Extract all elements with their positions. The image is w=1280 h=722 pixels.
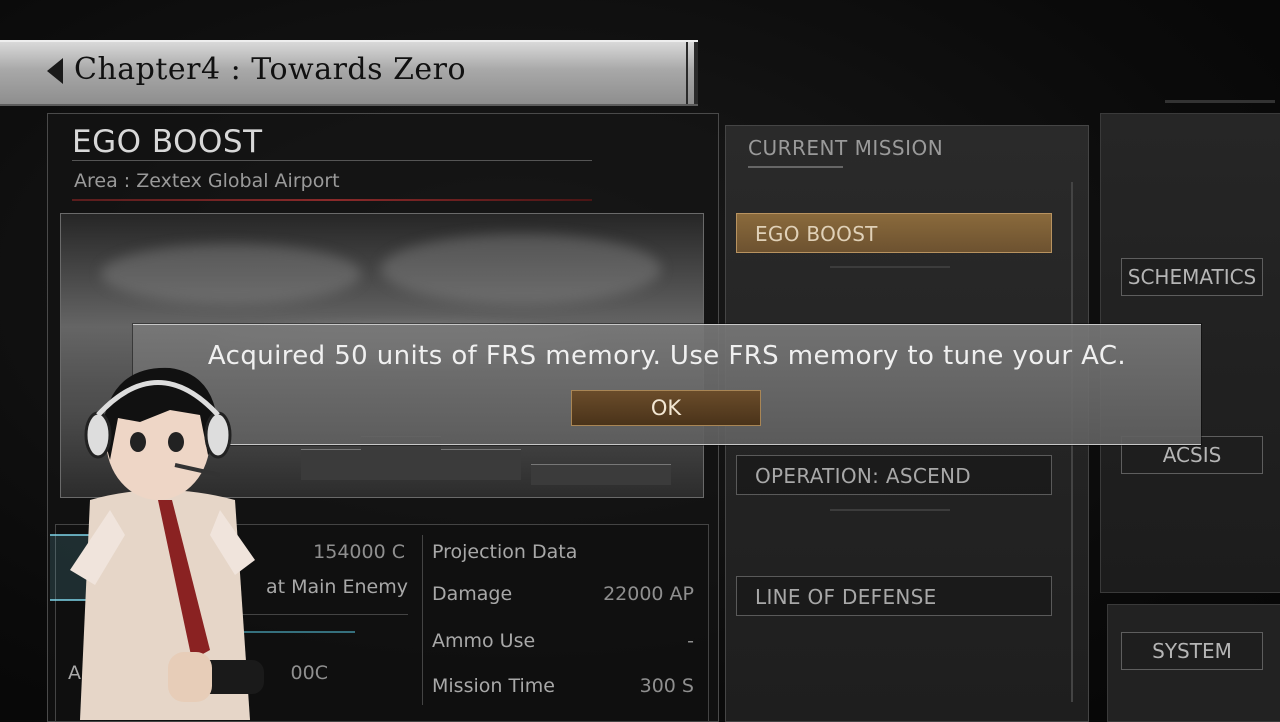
mission-name: EGO BOOST [72, 124, 263, 160]
damage-label: Damage [432, 583, 513, 605]
damage-value: 22000 AP [603, 583, 694, 605]
schematics-button[interactable]: SCHEMATICS [1121, 258, 1263, 296]
mission-item-ego-boost[interactable]: EGO BOOST [736, 213, 1052, 253]
divider [72, 160, 592, 161]
chapter-title: Chapter4 : Towards Zero [74, 52, 467, 87]
current-mission-header: CURRENT MISSION [748, 136, 944, 160]
divider [748, 166, 843, 168]
streamer-avatar [50, 367, 355, 720]
mission-area: Area : Zextex Global Airport [74, 170, 340, 192]
mission-time-value: 300 S [639, 675, 694, 697]
mission-time-label: Mission Time [432, 675, 555, 697]
mission-item-operation-ascend[interactable]: OPERATION: ASCEND [736, 455, 1052, 495]
divider [72, 199, 592, 201]
projection-header: Projection Data [432, 541, 578, 563]
back-arrow-icon[interactable] [47, 58, 63, 84]
mission-item-line-of-defense[interactable]: LINE OF DEFENSE [736, 576, 1052, 616]
ok-button[interactable]: OK [571, 390, 761, 426]
ammo-use-value: - [687, 630, 694, 652]
system-button[interactable]: SYSTEM [1121, 632, 1263, 670]
divider [422, 535, 423, 705]
ammo-use-label: Ammo Use [432, 630, 536, 652]
